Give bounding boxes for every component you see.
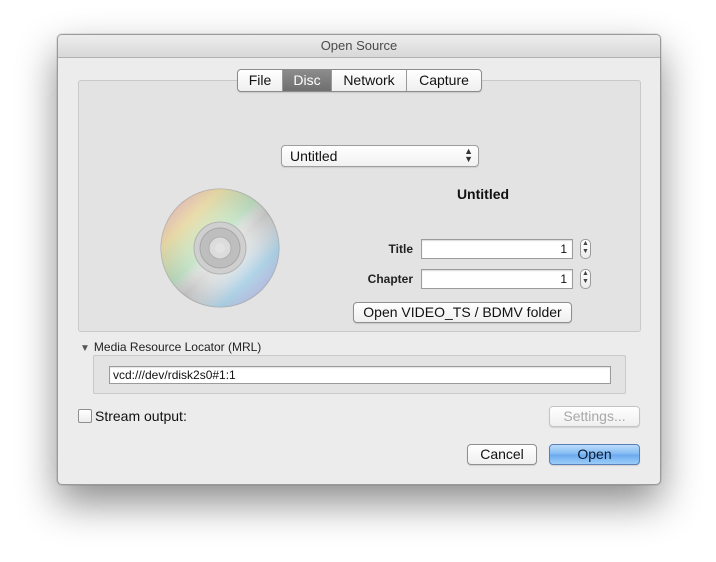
mrl-box: vcd:///dev/rdisk2s0#1:1 bbox=[93, 355, 626, 394]
title-field[interactable]: 1 bbox=[421, 239, 573, 259]
title-label: Title bbox=[388, 242, 413, 256]
title-value: 1 bbox=[560, 242, 567, 256]
disc-device-popup[interactable]: Untitled ▲ ▼ bbox=[281, 145, 479, 167]
mrl-disclosure[interactable]: ▼ Media Resource Locator (MRL) bbox=[80, 340, 261, 354]
chapter-field[interactable]: 1 bbox=[421, 269, 573, 289]
stream-output-label[interactable]: Stream output: bbox=[95, 408, 187, 424]
title-stepper[interactable]: ▲ ▼ bbox=[580, 239, 591, 259]
disc-device-selected: Untitled bbox=[290, 148, 338, 164]
cd-disc-icon bbox=[160, 188, 280, 308]
window-title: Open Source bbox=[58, 35, 660, 58]
open-button[interactable]: Open bbox=[549, 444, 640, 465]
stream-output-checkbox[interactable] bbox=[78, 409, 92, 423]
cancel-button[interactable]: Cancel bbox=[467, 444, 537, 465]
tab-network[interactable]: Network bbox=[332, 70, 407, 91]
open-source-dialog: Open Source Untitled ▲ ▼ Untitled Title … bbox=[57, 34, 661, 485]
chapter-label: Chapter bbox=[367, 272, 413, 286]
popup-updown-icon: ▲ ▼ bbox=[464, 146, 473, 164]
open-folder-button[interactable]: Open VIDEO_TS / BDMV folder bbox=[353, 302, 572, 323]
mrl-label: Media Resource Locator (MRL) bbox=[93, 340, 262, 354]
settings-button[interactable]: Settings... bbox=[549, 406, 640, 427]
disclosure-triangle-icon[interactable]: ▼ bbox=[80, 343, 90, 354]
disc-name: Untitled bbox=[456, 186, 510, 202]
tab-capture[interactable]: Capture bbox=[407, 70, 481, 91]
mrl-field[interactable]: vcd:///dev/rdisk2s0#1:1 bbox=[109, 366, 611, 384]
chapter-stepper[interactable]: ▲ ▼ bbox=[580, 269, 591, 289]
tab-disc[interactable]: Disc bbox=[283, 70, 332, 91]
disc-panel: Untitled ▲ ▼ Untitled Title 1 ▲ ▼ Chapte… bbox=[78, 80, 641, 332]
source-tabs: File Disc Network Capture bbox=[237, 69, 482, 92]
chapter-value: 1 bbox=[560, 272, 567, 286]
tab-file[interactable]: File bbox=[238, 70, 283, 91]
